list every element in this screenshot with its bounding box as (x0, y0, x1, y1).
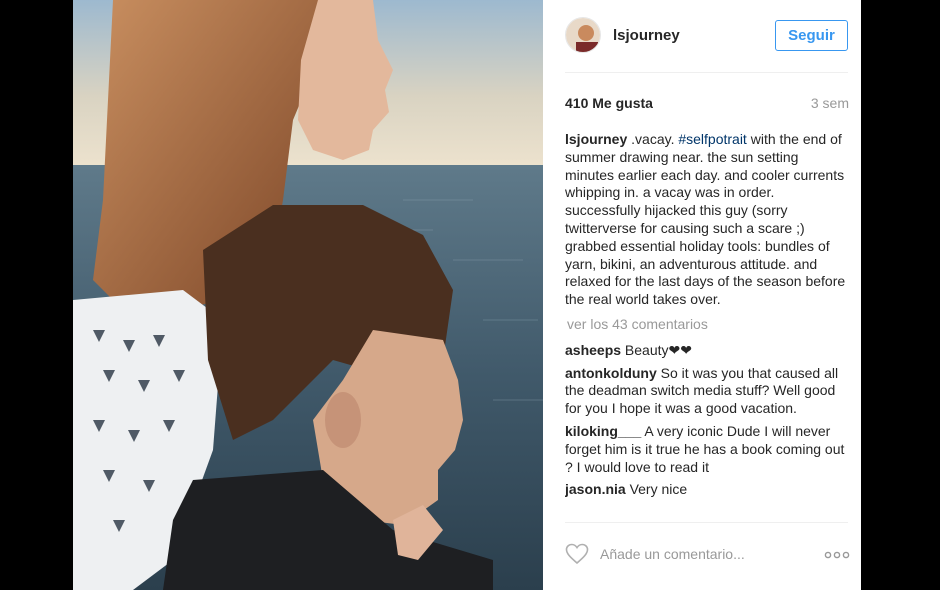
comment-username[interactable]: antonkolduny (565, 365, 657, 381)
caption-hashtag[interactable]: #selfpotrait (678, 131, 746, 147)
header-divider (565, 72, 848, 73)
avatar[interactable] (565, 17, 601, 53)
comment-item: antonkolduny So it was you that caused a… (565, 365, 851, 418)
post-details-panel: lsjourney Seguir 410 Me gusta 3 sem lsjo… (543, 0, 861, 590)
photo-image (73, 0, 543, 590)
add-comment-input[interactable]: Añade un comentario... (600, 546, 745, 562)
comment-item: jason.nia Very nice (565, 481, 851, 499)
follow-button[interactable]: Seguir (775, 20, 848, 51)
heart-outline-icon[interactable] (565, 543, 589, 565)
avatar-image (566, 18, 600, 52)
view-all-comments-link[interactable]: ver los 43 comentarios (567, 316, 849, 334)
username[interactable]: lsjourney (613, 27, 680, 44)
post-footer: Añade un comentario... (543, 522, 861, 590)
caption-text-before: .vacay. (627, 131, 679, 147)
comment-username[interactable]: jason.nia (565, 481, 626, 497)
comment-text: Beauty❤❤ (621, 341, 692, 358)
more-options-icon[interactable] (824, 545, 850, 565)
likes-count[interactable]: 410 Me gusta (565, 95, 653, 111)
comments-section: lsjourney .vacay. #selfpotrait with the … (565, 131, 851, 523)
comment-text: Very nice (625, 481, 688, 498)
caption-text-after: with the end of summer drawing near. the… (565, 131, 846, 308)
comment-item: kiloking___ A very iconic Dude I will ne… (565, 423, 851, 476)
post-age[interactable]: 3 sem (811, 95, 849, 111)
caption-username[interactable]: lsjourney (565, 131, 627, 147)
comment-username[interactable]: kiloking___ (565, 423, 641, 439)
post-photo[interactable] (73, 0, 543, 590)
comment-item: asheeps Beauty❤❤ (565, 342, 851, 360)
caption: lsjourney .vacay. #selfpotrait with the … (565, 131, 851, 309)
comment-username[interactable]: asheeps (565, 342, 621, 358)
post-header: lsjourney Seguir (543, 0, 861, 72)
